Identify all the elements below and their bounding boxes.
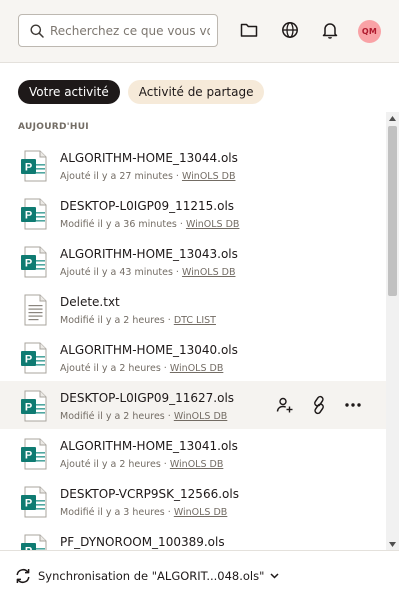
file-location-link[interactable]: WinOLS DB xyxy=(174,507,228,518)
search-input[interactable] xyxy=(50,23,210,38)
tab-your-activity[interactable]: Votre activité xyxy=(18,80,120,104)
file-name: PF_DYNOROOM_100389.ols xyxy=(60,535,225,549)
row-actions xyxy=(274,394,364,416)
svg-text:P: P xyxy=(25,354,32,366)
file-meta: Modifié il y a 2 heures · DTC LIST xyxy=(60,315,216,326)
more-icon xyxy=(345,403,361,407)
file-name: DESKTOP-VCRP9SK_12566.ols xyxy=(60,487,239,501)
bell-icon xyxy=(322,23,338,39)
app-header: QM xyxy=(0,0,399,63)
file-meta: Modifié il y a 36 minutes · WinOLS DB xyxy=(60,219,240,230)
svg-text:P: P xyxy=(25,402,32,414)
tab-sharing-activity[interactable]: Activité de partage xyxy=(127,80,265,104)
ols-file-icon: P xyxy=(21,150,47,182)
share-button[interactable] xyxy=(274,394,296,416)
file-meta: Modifié il y a 3 heures · WinOLS DB xyxy=(60,507,228,518)
file-location-link[interactable]: WinOLS DB xyxy=(186,219,240,230)
file-meta: Ajouté il y a 27 minutes · WinOLS DB xyxy=(60,171,236,182)
folder-icon xyxy=(240,23,258,37)
file-name: DESKTOP-L0IGP09_11215.ols xyxy=(60,199,235,213)
list-item[interactable]: P ALGORITHM-HOME_13043.ols Ajouté il y a… xyxy=(0,237,386,285)
file-name: ALGORITHM-HOME_13041.ols xyxy=(60,439,238,453)
ols-file-icon: P xyxy=(21,246,47,278)
file-name: ALGORITHM-HOME_13040.ols xyxy=(60,343,238,357)
ols-file-icon: P xyxy=(21,534,47,550)
list-item[interactable]: P PF_DYNOROOM_100389.ols xyxy=(0,525,386,550)
scroll-up-arrow-icon[interactable] xyxy=(386,112,399,124)
scrollbar[interactable] xyxy=(386,112,399,550)
scroll-down-arrow-icon[interactable] xyxy=(386,538,399,550)
list-item-hovered[interactable]: P DESKTOP-L0IGP09_11627.ols Modifié il y… xyxy=(0,381,386,429)
sync-status-text: Synchronisation de "ALGORIT...048.ols" xyxy=(38,569,265,583)
globe-button[interactable] xyxy=(279,19,301,41)
globe-icon xyxy=(282,22,298,38)
svg-text:P: P xyxy=(25,210,32,222)
ols-file-icon: P xyxy=(21,342,47,374)
ols-file-icon: P xyxy=(21,198,47,230)
file-meta: Modifié il y a 2 heures · WinOLS DB xyxy=(60,411,228,422)
sync-footer: Synchronisation de "ALGORIT...048.ols" xyxy=(0,550,399,607)
search-icon xyxy=(30,24,44,38)
file-list: P ALGORITHM-HOME_13044.ols Ajouté il y a… xyxy=(0,141,386,550)
list-item[interactable]: P ALGORITHM-HOME_13041.ols Ajouté il y a… xyxy=(0,429,386,477)
more-options-button[interactable] xyxy=(342,394,364,416)
avatar[interactable]: QM xyxy=(358,20,381,43)
file-location-link[interactable]: WinOLS DB xyxy=(182,267,236,278)
activity-tabs: Votre activité Activité de partage xyxy=(18,80,265,104)
share-user-icon xyxy=(276,397,293,413)
file-meta: Ajouté il y a 2 heures · WinOLS DB xyxy=(60,459,224,470)
file-location-link[interactable]: DTC LIST xyxy=(174,315,216,326)
svg-text:P: P xyxy=(25,162,32,174)
ols-file-icon: P xyxy=(21,438,47,470)
link-icon xyxy=(314,395,324,415)
notifications-button[interactable] xyxy=(319,19,341,41)
txt-file-icon xyxy=(24,294,47,326)
svg-text:P: P xyxy=(25,258,32,270)
section-header-today: AUJOURD'HUI xyxy=(18,122,89,132)
list-item[interactable]: P DESKTOP-VCRP9SK_12566.ols Modifié il y… xyxy=(0,477,386,525)
file-name: DESKTOP-L0IGP09_11627.ols xyxy=(60,391,235,405)
file-meta: Ajouté il y a 43 minutes · WinOLS DB xyxy=(60,267,236,278)
svg-text:P: P xyxy=(25,498,32,510)
file-location-link[interactable]: WinOLS DB xyxy=(182,171,236,182)
ols-file-icon: P xyxy=(21,486,47,518)
file-name: ALGORITHM-HOME_13043.ols xyxy=(60,247,238,261)
chevron-down-icon xyxy=(270,573,279,579)
activity-panel: Votre activité Activité de partage AUJOU… xyxy=(0,63,399,550)
list-item[interactable]: P DESKTOP-L0IGP09_11215.ols Modifié il y… xyxy=(0,189,386,237)
file-name: ALGORITHM-HOME_13044.ols xyxy=(60,151,238,165)
file-location-link[interactable]: WinOLS DB xyxy=(170,363,224,374)
sync-status-button[interactable]: Synchronisation de "ALGORIT...048.ols" xyxy=(14,567,279,585)
sync-icon xyxy=(16,568,30,584)
copy-link-button[interactable] xyxy=(308,394,330,416)
ols-file-icon: P xyxy=(21,390,47,422)
file-name: Delete.txt xyxy=(60,295,120,309)
list-item[interactable]: P ALGORITHM-HOME_13044.ols Ajouté il y a… xyxy=(0,141,386,189)
file-location-link[interactable]: WinOLS DB xyxy=(174,411,228,422)
search-box[interactable] xyxy=(18,14,218,47)
list-item[interactable]: Delete.txt Modifié il y a 2 heures · DTC… xyxy=(0,285,386,333)
file-meta: Ajouté il y a 2 heures · WinOLS DB xyxy=(60,363,224,374)
list-item[interactable]: P ALGORITHM-HOME_13040.ols Ajouté il y a… xyxy=(0,333,386,381)
folder-button[interactable] xyxy=(238,19,260,41)
scrollbar-thumb[interactable] xyxy=(388,126,397,296)
file-location-link[interactable]: WinOLS DB xyxy=(170,459,224,470)
svg-text:P: P xyxy=(25,450,32,462)
